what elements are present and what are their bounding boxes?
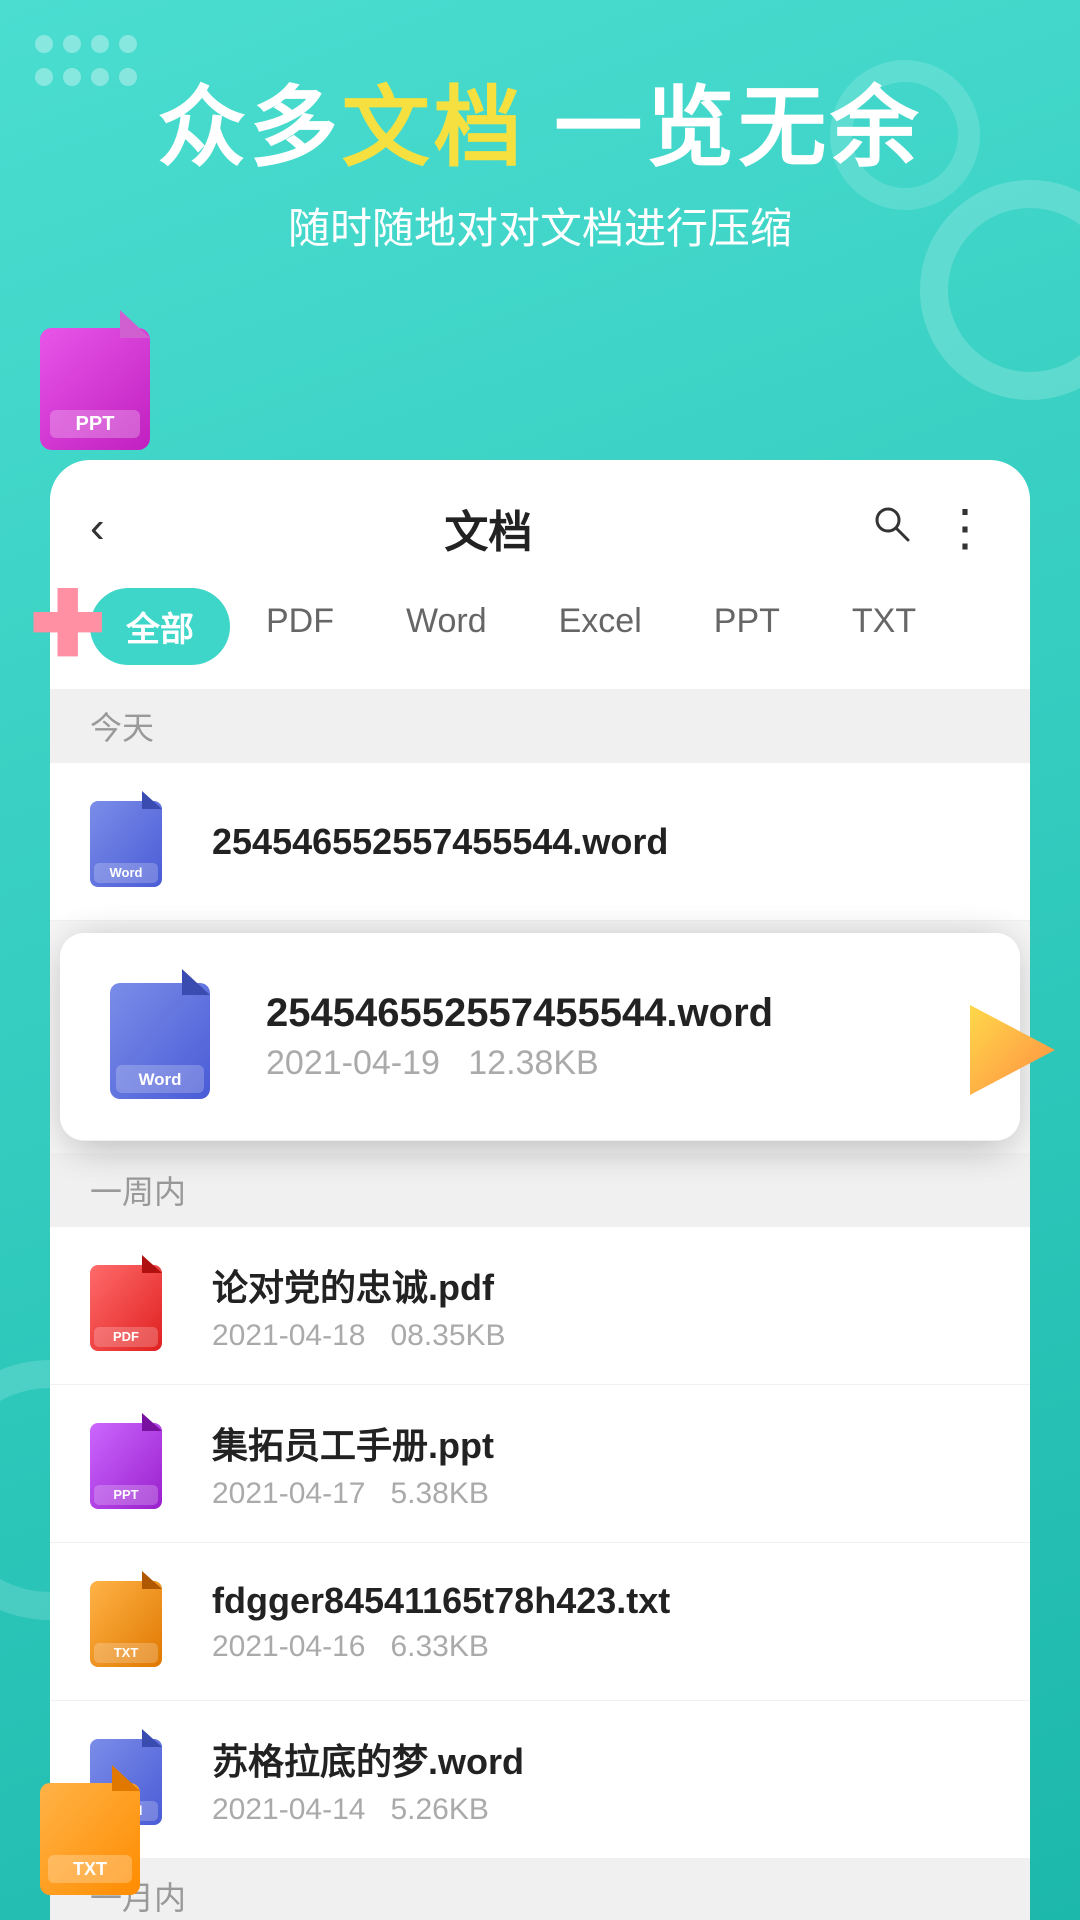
file-info-ppt: 集拓员工手册.ppt 2021-04-17 5.38KB [212,1417,990,1511]
search-icon[interactable] [872,504,910,552]
txt-file-name: fdgger84541165t78h423.txt [212,1580,990,1622]
highlighted-file-info: 254546552557455544.word 2021-04-19 12.38… [266,991,970,1083]
card-nav: ‹ 文档 ⋮ [90,496,990,560]
filter-tabs: 全部 PDF Word Excel PPT TXT [90,588,990,689]
file-list-today: Word 254546552557455544.word [50,763,1030,921]
txt-icon-wrap: TXT [90,1571,180,1672]
file-info: 254546552557455544.word [212,821,990,863]
pdf-icon-wrap: PDF [90,1255,180,1356]
hero-subtitle: 随时随地对对文档进行压缩 [40,195,1040,256]
float-txt-icon: TXT [40,1765,150,1900]
ppt-icon-wrap: PPT [90,1413,180,1514]
deco-plus: ✚ [30,580,105,670]
svg-text:PPT: PPT [113,1487,138,1502]
txt-file-meta: 2021-04-16 6.33KB [212,1630,990,1664]
file-item-txt[interactable]: TXT fdgger84541165t78h423.txt 2021-04-16… [50,1543,1030,1701]
file-info-word2: 苏格拉底的梦.word 2021-04-14 5.26KB [212,1733,990,1827]
highlighted-file-card[interactable]: Word 254546552557455544.word 2021-04-19 … [70,933,1010,1141]
word-icon-wrap-lg: Word [110,969,230,1104]
svg-text:PDF: PDF [113,1329,139,1344]
section-label-month: 一月内 [50,1859,1030,1920]
highlighted-file-meta: 2021-04-19 12.38KB [266,1044,970,1083]
file-list-week: PDF 论对党的忠诚.pdf 2021-04-18 08.35KB [50,1227,1030,1859]
hero-title-part1: 众多 [158,78,342,177]
file-name: 254546552557455544.word [212,821,990,863]
tab-pdf[interactable]: PDF [230,588,370,665]
main-card: ‹ 文档 ⋮ 全部 PDF Word Excel PPT TXT 今天 [50,460,1030,1920]
tab-txt[interactable]: TXT [816,588,952,665]
word2-file-meta: 2021-04-14 5.26KB [212,1793,990,1827]
svg-text:Word: Word [110,865,143,880]
hero-title-highlight: 文档 [342,78,526,177]
svg-text:PPT: PPT [76,413,115,435]
tab-word[interactable]: Word [370,588,523,665]
svg-text:TXT: TXT [114,1645,139,1660]
tab-all[interactable]: 全部 [90,588,230,665]
float-ppt-icon: PPT [40,310,160,455]
highlighted-file-item[interactable]: Word 254546552557455544.word 2021-04-19 … [60,933,1020,1141]
deco-play [960,1000,1060,1100]
highlighted-file-name: 254546552557455544.word [266,991,970,1036]
nav-icons: ⋮ [872,504,990,552]
tab-ppt[interactable]: PPT [678,588,816,665]
word2-file-name: 苏格拉底的梦.word [212,1733,990,1785]
section-label-week: 一周内 [50,1153,1030,1227]
more-icon[interactable]: ⋮ [940,511,990,546]
section-label-today: 今天 [50,689,1030,763]
pdf-file-meta: 2021-04-18 08.35KB [212,1319,990,1353]
hero-section: 众多文档 一览无余 随时随地对对文档进行压缩 [0,80,1080,256]
hero-title-part2: 一览无余 [526,78,922,177]
hero-title: 众多文档 一览无余 [40,80,1040,177]
svg-text:TXT: TXT [73,1859,107,1879]
file-info-pdf: 论对党的忠诚.pdf 2021-04-18 08.35KB [212,1259,990,1353]
back-button[interactable]: ‹ [90,506,105,550]
file-item-word2[interactable]: Word 苏格拉底的梦.word 2021-04-14 5.26KB [50,1701,1030,1859]
file-item-today-1[interactable]: Word 254546552557455544.word [50,763,1030,921]
word-icon-wrap: Word [90,791,180,892]
file-info-txt: fdgger84541165t78h423.txt 2021-04-16 6.3… [212,1580,990,1664]
svg-text:Word: Word [138,1070,181,1089]
tab-excel[interactable]: Excel [523,588,678,665]
ppt-file-meta: 2021-04-17 5.38KB [212,1477,990,1511]
ppt-file-name: 集拓员工手册.ppt [212,1417,990,1469]
card-header: ‹ 文档 ⋮ 全部 PDF Word Excel PPT TXT [50,460,1030,689]
nav-title: 文档 [444,496,532,560]
file-item-pdf[interactable]: PDF 论对党的忠诚.pdf 2021-04-18 08.35KB [50,1227,1030,1385]
pdf-file-name: 论对党的忠诚.pdf [212,1259,990,1311]
file-item-ppt[interactable]: PPT 集拓员工手册.ppt 2021-04-17 5.38KB [50,1385,1030,1543]
